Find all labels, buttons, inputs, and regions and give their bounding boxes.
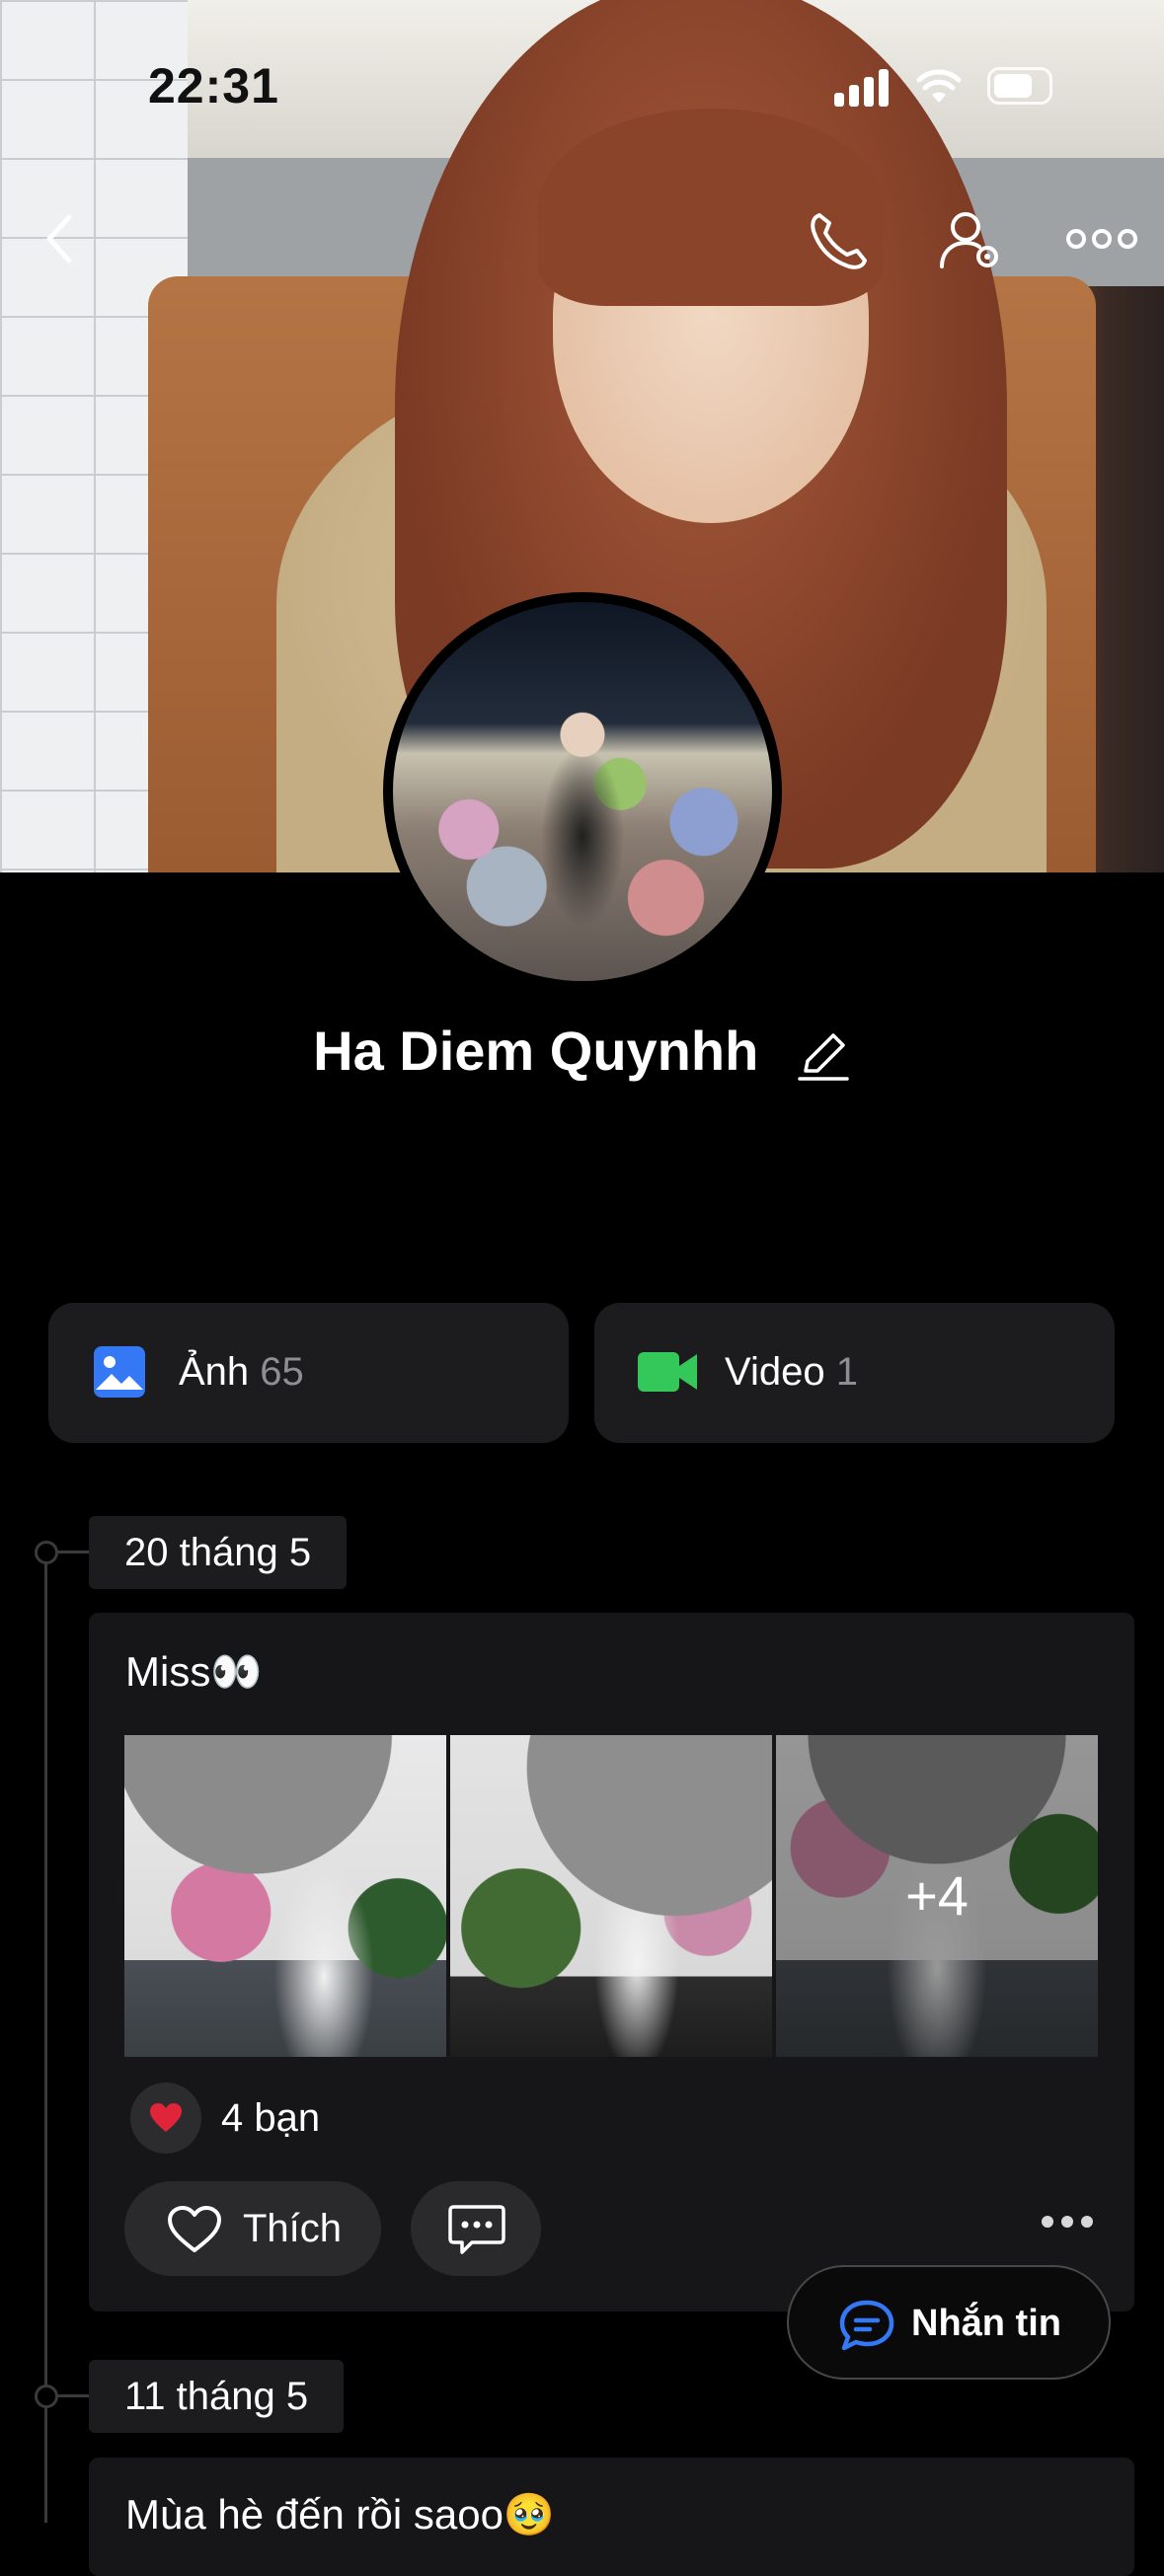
message-button[interactable]: Nhắn tin xyxy=(787,2265,1111,2380)
post-photo[interactable] xyxy=(124,1735,446,2057)
profile-settings-icon[interactable] xyxy=(938,207,1005,274)
edit-pencil-icon[interactable] xyxy=(796,1027,851,1083)
photos-button[interactable]: Ảnh 65 xyxy=(48,1303,569,1443)
post-text: Mùa hè đến rồi saoo🥹 xyxy=(125,2491,556,2538)
video-camera-icon xyxy=(638,1352,697,1392)
post-date-chip: 20 tháng 5 xyxy=(89,1516,348,1589)
timeline-post[interactable]: Miss👀 +4 4 bạn Thích xyxy=(89,1613,1134,2311)
videos-count: 1 xyxy=(835,1350,858,1394)
comment-icon xyxy=(448,2205,505,2254)
status-bar: 22:31 xyxy=(0,0,1164,168)
more-options-icon[interactable] xyxy=(1066,225,1137,253)
chat-bubble-icon xyxy=(839,2300,894,2351)
profile-name-row: Ha Diem Quynhh xyxy=(0,1019,1164,1083)
timeline-line xyxy=(44,1552,47,2523)
battery-icon xyxy=(987,67,1052,105)
post-photo-more[interactable]: +4 xyxy=(776,1735,1098,2057)
photos-label: Ảnh 65 xyxy=(179,1350,304,1395)
avatar-photo xyxy=(393,602,772,981)
post-text: Miss👀 xyxy=(125,1648,263,1695)
photos-label-text: Ảnh xyxy=(179,1350,250,1394)
back-chevron-icon[interactable] xyxy=(39,209,79,268)
wifi-icon xyxy=(916,69,962,103)
message-button-label: Nhắn tin xyxy=(911,2303,1061,2344)
videos-label-text: Video xyxy=(725,1350,825,1394)
post-photo[interactable] xyxy=(450,1735,772,2057)
profile-name: Ha Diem Quynhh xyxy=(313,1020,759,1082)
cellular-signal-icon xyxy=(834,69,893,107)
phone-call-icon[interactable] xyxy=(806,207,873,274)
photos-count: 65 xyxy=(260,1350,304,1394)
timeline-connector xyxy=(55,2394,89,2397)
avatar[interactable] xyxy=(383,592,782,991)
post-date-chip: 11 tháng 5 xyxy=(89,2360,345,2433)
photo-icon xyxy=(94,1346,145,1398)
more-photos-count: +4 xyxy=(905,1864,969,1927)
status-time: 22:31 xyxy=(148,58,279,114)
timeline-post[interactable]: Mùa hè đến rồi saoo🥹 xyxy=(89,2458,1134,2576)
heart-outline-icon xyxy=(168,2206,221,2252)
post-more-icon[interactable] xyxy=(1034,2215,1093,2233)
reactions-count: 4 bạn xyxy=(221,2096,321,2140)
like-label: Thích xyxy=(243,2207,343,2250)
reaction-badge xyxy=(130,2083,201,2154)
videos-button[interactable]: Video 1 xyxy=(594,1303,1115,1443)
heart-reaction-icon xyxy=(150,2103,182,2132)
comment-button[interactable] xyxy=(411,2181,541,2276)
videos-label: Video 1 xyxy=(725,1350,858,1395)
timeline-connector xyxy=(55,1551,89,1553)
like-button[interactable]: Thích xyxy=(124,2181,381,2276)
